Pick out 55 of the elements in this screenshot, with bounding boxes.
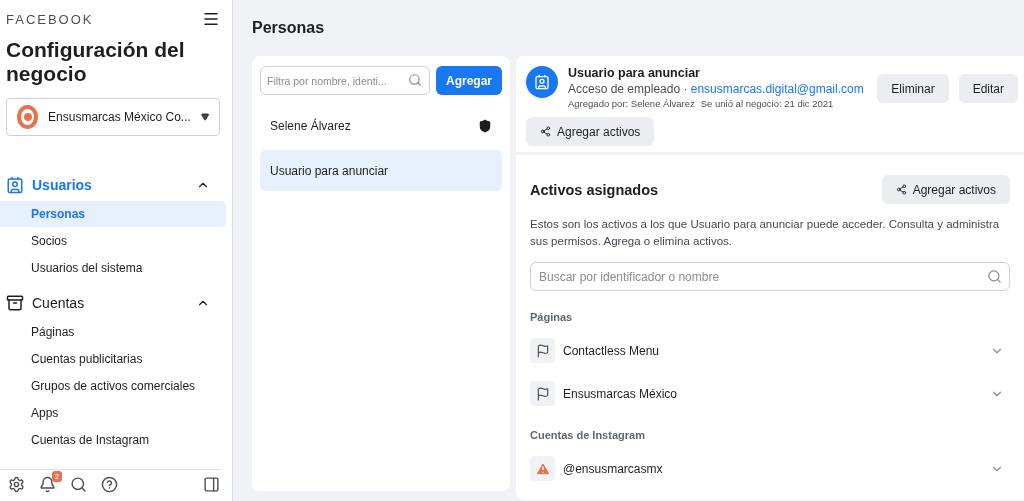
contact-card-icon — [6, 176, 24, 194]
section-title: Activos asignados — [530, 181, 659, 198]
page-title: Personas — [252, 18, 326, 38]
sidebar-item[interactable]: Personas — [0, 201, 226, 227]
flag-icon — [535, 386, 550, 401]
sidebar-item[interactable]: Socios — [0, 228, 226, 254]
search-icon — [408, 73, 422, 87]
sidebar-section[interactable]: Usuarios — [0, 170, 232, 200]
menu-icon[interactable] — [202, 10, 220, 28]
asset-name: Ensusmarcas México — [563, 386, 679, 401]
brand-wordmark: FACEBOOK — [6, 11, 94, 27]
filter-field[interactable]: Filtra por nombre, identi... — [260, 66, 430, 95]
settings-icon[interactable] — [8, 476, 25, 493]
search-icon[interactable] — [70, 476, 87, 493]
search-icon — [987, 269, 1002, 284]
user-name: Usuario para anunciar — [568, 66, 701, 80]
join-date: Se unió al negocio: 21 dic 2021 — [700, 98, 834, 109]
user-avatar-icon — [526, 66, 558, 98]
sidebar-item[interactable]: Apps — [0, 400, 226, 426]
sidebar-item[interactable]: Páginas — [0, 319, 226, 345]
notifications-icon[interactable] — [39, 476, 56, 493]
archive-box-icon — [6, 294, 24, 312]
add-assets-button[interactable]: Agregar activos — [881, 175, 1010, 204]
action-button[interactable]: Eliminar — [877, 74, 949, 103]
business-selector[interactable]: Ensusmarcas México Co... — [6, 98, 220, 136]
page-heading: Configuración del negocio — [5, 37, 186, 86]
added-by: Agregado por: Selene Álvarez — [568, 98, 695, 109]
sidebar-section[interactable]: Cuentas — [0, 288, 232, 318]
person-name: Selene Álvarez — [270, 118, 351, 133]
sidebar-item[interactable]: Cuentas publicitarias — [0, 346, 226, 372]
business-logo-icon — [17, 105, 39, 129]
asset-search-field[interactable]: Buscar por identificador o nombre — [530, 262, 1010, 291]
notification-count: 2 — [51, 471, 62, 482]
sidebar-item[interactable]: Cuentas de Instagram — [0, 427, 226, 453]
add-button[interactable]: Agregar — [436, 66, 502, 95]
flag-icon — [535, 343, 550, 358]
asset-name: @ensusmarcasmx — [563, 461, 664, 476]
nodes-icon — [895, 184, 907, 195]
person-row[interactable]: Selene Álvarez — [260, 105, 502, 146]
sidebar-item[interactable]: Usuarios del sistema — [0, 255, 226, 281]
caret-icon — [200, 112, 209, 122]
email-link[interactable]: ensusmarcas.digital@gmail.com — [690, 82, 864, 96]
help-icon[interactable] — [101, 476, 118, 493]
panel-toggle-icon[interactable] — [203, 476, 220, 493]
group-heading: Cuentas de Instagram — [530, 429, 646, 441]
sidebar-item[interactable]: Grupos de activos comerciales — [0, 373, 226, 399]
group-heading: Páginas — [530, 311, 574, 323]
access-info: Acceso de empleado · ensusmarcas.digital@gmail.com — [568, 82, 865, 96]
add-assets-button[interactable]: Agregar activos — [526, 117, 655, 146]
action-button[interactable]: Editar — [958, 74, 1018, 103]
nodes-icon — [540, 126, 551, 137]
asset-name: Contactless Menu — [563, 343, 661, 358]
person-row[interactable]: Usuario para anunciar — [260, 150, 502, 191]
person-name: Usuario para anunciar — [270, 163, 389, 178]
assets-description: Estos son los activos a los que Usuario para anunciar puede acceder. Consulta y administra sus permisos. Agrega o elimina activos. — [530, 217, 1001, 249]
